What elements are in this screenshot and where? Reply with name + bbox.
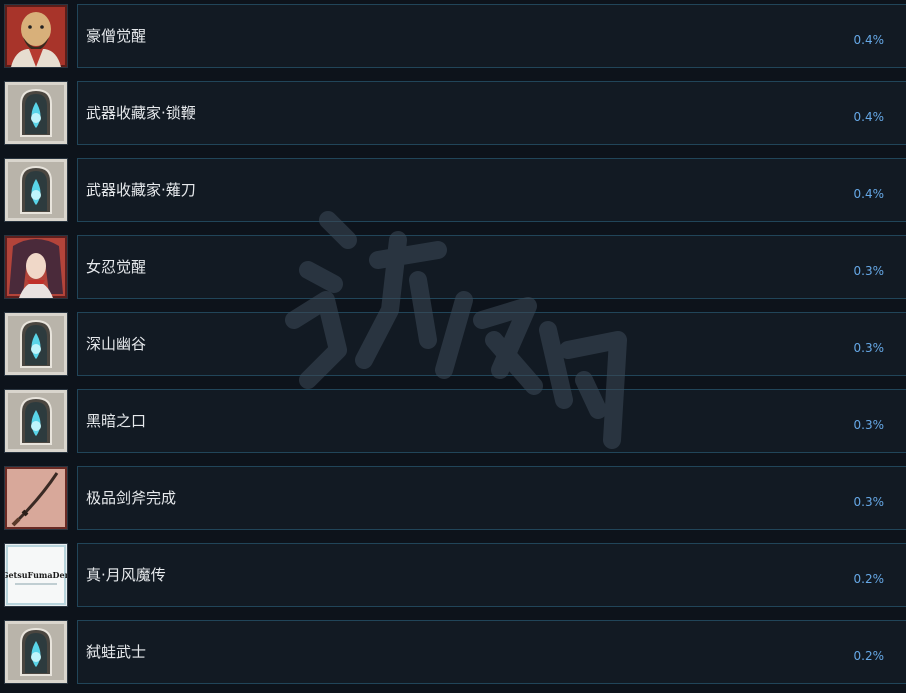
achievement-row[interactable]: 豪僧觉醒 0.4% [0, 0, 906, 77]
achievement-panel: 弑蛙武士 0.2% [77, 620, 906, 684]
achievement-row[interactable]: 武器收藏家·薙刀 0.4% [0, 154, 906, 231]
achievement-name: 武器收藏家·薙刀 [86, 181, 196, 199]
achievement-panel: 女忍觉醒 0.3% [77, 235, 906, 299]
achievement-list: 豪僧觉醒 0.4% 武器收藏家·锁鞭 0.4% 武器收藏家·薙刀 0.4% 女忍觉醒 0.3%… [0, 0, 906, 684]
spirit-shrine-icon [4, 389, 68, 453]
achievement-row[interactable]: 极品剑斧完成 0.3% [0, 462, 906, 539]
achievement-row[interactable]: 武器收藏家·锁鞭 0.4% [0, 77, 906, 154]
achievement-panel: 武器收藏家·锁鞭 0.4% [77, 81, 906, 145]
achievement-name: 黑暗之口 [86, 412, 147, 430]
game-logo-icon: GetsuFumaDen [4, 543, 68, 607]
achievement-row[interactable]: GetsuFumaDen 真·月风魔传 0.2% [0, 539, 906, 616]
achievement-name: 深山幽谷 [86, 335, 147, 353]
achievement-name: 极品剑斧完成 [86, 489, 177, 507]
unlock-percent: 0.3% [853, 264, 885, 278]
spirit-shrine-icon [4, 312, 68, 376]
achievement-row[interactable]: 黑暗之口 0.3% [0, 385, 906, 462]
achievement-panel: 深山幽谷 0.3% [77, 312, 906, 376]
kunoichi-portrait-icon [4, 235, 68, 299]
spirit-shrine-icon [4, 81, 68, 145]
achievement-row[interactable]: 女忍觉醒 0.3% [0, 231, 906, 308]
monk-portrait-icon [4, 4, 68, 68]
unlock-percent: 0.4% [853, 110, 885, 124]
unlock-percent: 0.4% [853, 187, 885, 201]
unlock-percent: 0.2% [853, 649, 885, 663]
achievement-panel: 豪僧觉醒 0.4% [77, 4, 906, 68]
spirit-shrine-icon [4, 158, 68, 222]
achievement-name: 女忍觉醒 [86, 258, 147, 276]
achievement-name: 真·月风魔传 [86, 566, 166, 584]
achievement-panel: 黑暗之口 0.3% [77, 389, 906, 453]
sword-icon [4, 466, 68, 530]
unlock-percent: 0.2% [853, 572, 885, 586]
achievement-name: 弑蛙武士 [86, 643, 147, 661]
achievement-row[interactable]: 深山幽谷 0.3% [0, 308, 906, 385]
achievement-row[interactable]: 弑蛙武士 0.2% [0, 616, 906, 693]
achievement-panel: 武器收藏家·薙刀 0.4% [77, 158, 906, 222]
achievement-name: 豪僧觉醒 [86, 27, 147, 45]
unlock-percent: 0.3% [853, 341, 885, 355]
achievement-panel: 真·月风魔传 0.2% [77, 543, 906, 607]
achievement-panel: 极品剑斧完成 0.3% [77, 466, 906, 530]
unlock-percent: 0.4% [853, 33, 885, 47]
unlock-percent: 0.3% [853, 418, 885, 432]
spirit-shrine-icon [4, 620, 68, 684]
achievement-name: 武器收藏家·锁鞭 [86, 104, 196, 122]
unlock-percent: 0.3% [853, 495, 885, 509]
svg-text:GetsuFumaDen: GetsuFumaDen [5, 570, 67, 580]
